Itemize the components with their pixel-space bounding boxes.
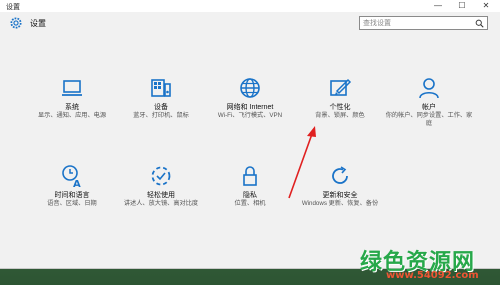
time-language-icon: A [62, 165, 81, 188]
paint-icon [330, 78, 352, 96]
tile-network[interactable]: 网络和 Internet Wi-Fi、飞行模式、VPN [205, 76, 295, 120]
tile-subtitle: 背景、锁屏、颜色 [315, 112, 365, 119]
svg-text:A: A [73, 179, 81, 188]
search-icon[interactable] [475, 19, 484, 28]
globe-icon [240, 78, 260, 98]
tile-subtitle: 蓝牙、打印机、鼠标 [133, 112, 189, 119]
tile-subtitle: 你的帐户、同步设置、工作、家庭 [385, 112, 473, 127]
tile-subtitle: Windows 更新、恢复、备份 [301, 200, 379, 207]
tile-title: 帐户 [422, 104, 436, 111]
gear-icon [10, 17, 22, 29]
search-input[interactable] [363, 18, 468, 28]
tile-title: 个性化 [329, 104, 351, 111]
tile-title: 轻松使用 [147, 192, 175, 199]
tile-title: 网络和 Internet [226, 104, 274, 111]
page-title: 设置 [30, 19, 46, 28]
tile-title: 更新和安全 [322, 192, 358, 199]
title-bar: 设置 — ☐ ✕ [0, 0, 500, 12]
tile-title: 系统 [65, 104, 79, 111]
ease-of-access-icon [151, 166, 171, 186]
tile-update-security[interactable]: 更新和安全 Windows 更新、恢复、备份 [295, 164, 385, 208]
search-box[interactable] [359, 16, 488, 30]
tile-time-language[interactable]: A 时间和语言 语音、区域、日期 [27, 164, 117, 208]
watermark-url: www.54092.com [386, 270, 479, 281]
close-button[interactable]: ✕ [476, 0, 496, 12]
minimize-button[interactable]: — [428, 0, 448, 12]
tile-subtitle: 位置、相机 [234, 200, 266, 207]
tile-accounts[interactable]: 帐户 你的帐户、同步设置、工作、家庭 [384, 76, 474, 128]
settings-header: 设置 [0, 12, 500, 36]
window-title: 设置 [6, 4, 20, 11]
tile-subtitle: 讲述人、放大镜、高对比度 [123, 200, 199, 207]
tile-ease-of-access[interactable]: 轻松使用 讲述人、放大镜、高对比度 [116, 164, 206, 208]
tile-title: 时间和语言 [54, 192, 90, 199]
maximize-button[interactable]: ☐ [452, 0, 472, 12]
tile-subtitle: 显示、通知、应用、电源 [37, 112, 107, 119]
tile-subtitle: 语音、区域、日期 [47, 200, 97, 207]
tile-title: 设备 [154, 104, 168, 111]
tile-privacy[interactable]: 隐私 位置、相机 [205, 164, 295, 208]
lock-icon [243, 166, 257, 186]
laptop-icon [62, 80, 82, 96]
person-icon [419, 78, 439, 99]
settings-window: 设置 — ☐ ✕ 设置 系统 显示、通知、应用、电源 [0, 0, 500, 269]
tile-devices[interactable]: 设备 蓝牙、打印机、鼠标 [116, 76, 206, 120]
tile-personalization[interactable]: 个性化 背景、锁屏、颜色 [295, 76, 385, 120]
tile-subtitle: Wi-Fi、飞行模式、VPN [217, 112, 283, 119]
devices-icon [151, 79, 171, 97]
tile-title: 隐私 [243, 192, 257, 199]
update-icon [332, 166, 348, 184]
tile-system[interactable]: 系统 显示、通知、应用、电源 [27, 76, 117, 120]
